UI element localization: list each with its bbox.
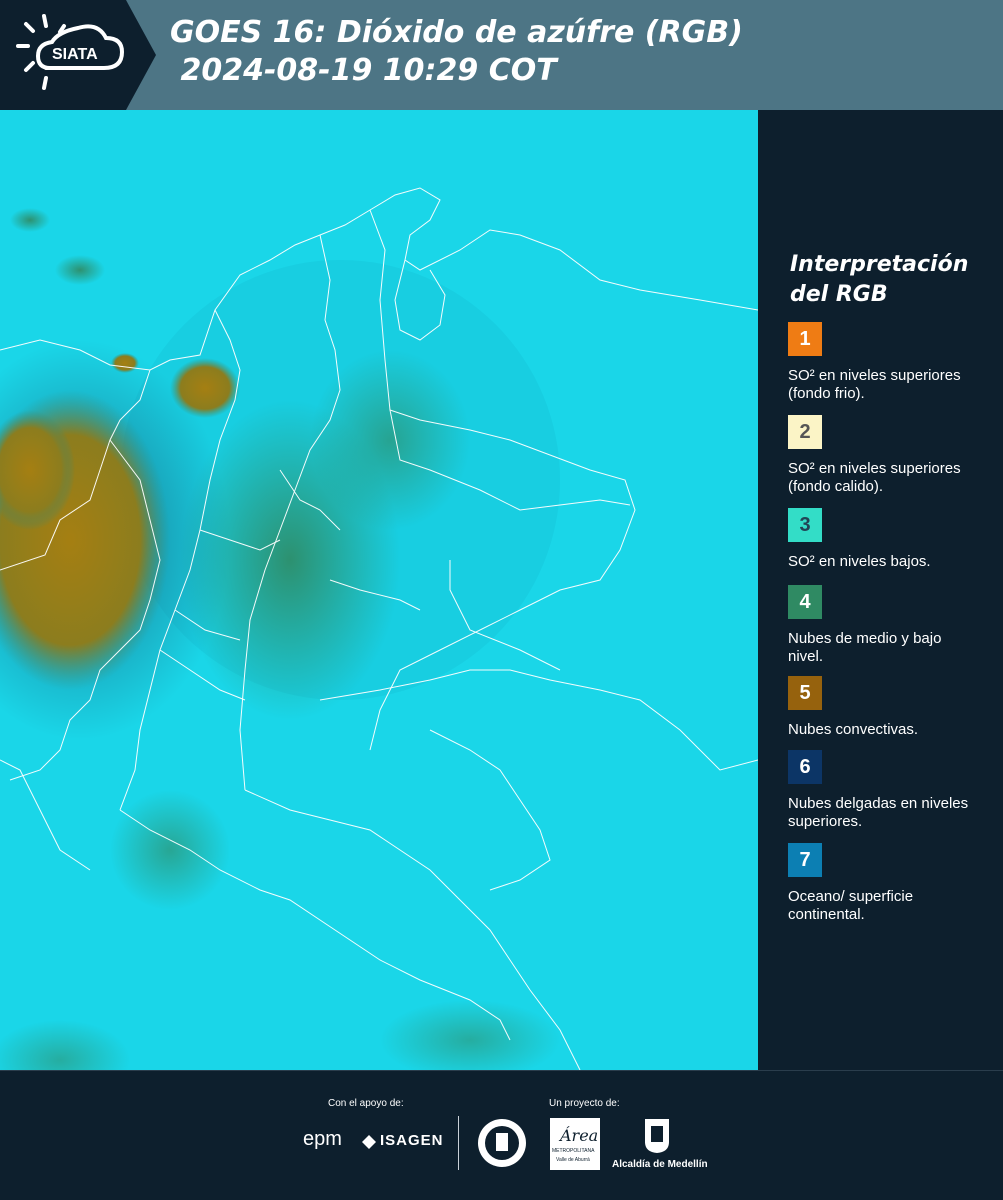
legend-desc: SO² en niveles superiores (fondo calido)… <box>788 460 961 495</box>
legend-item-5: 5 Nubes convectivas. <box>788 676 998 739</box>
legend-item-6: 6 Nubes delgadas en niveles superiores. <box>788 750 998 831</box>
isagen-icon <box>362 1134 376 1149</box>
satellite-map <box>0 110 758 1070</box>
alcaldia-shield-icon <box>644 1118 670 1154</box>
legend-swatch: 3 <box>788 508 822 542</box>
legend-item-2: 2 SO² en niveles superiores (fondo calid… <box>788 415 998 496</box>
page-title: GOES 16: Dióxido de azúfre (RGB) 2024-08… <box>170 14 743 90</box>
alcaldia-logo: Alcaldía de Medellín <box>612 1159 708 1170</box>
area-metropolitana-logo: Área METROPOLITANA Valle de Aburrá <box>550 1118 600 1170</box>
epm-logo: epm <box>303 1128 342 1150</box>
legend-desc: SO² en niveles superiores (fondo frio). <box>788 367 961 402</box>
medellin-seal-icon <box>477 1118 527 1168</box>
isagen-logo: ISAGEN <box>380 1132 444 1149</box>
area-logo-sub2: Valle de Aburrá <box>556 1157 590 1163</box>
title-line1: GOES 16: Dióxido de azúfre (RGB) <box>170 15 743 50</box>
legend-desc: Nubes delgadas en niveles superiores. <box>788 795 969 830</box>
legend-swatch: 4 <box>788 585 822 619</box>
legend-swatch: 1 <box>788 322 822 356</box>
legend-item-1: 1 SO² en niveles superiores (fondo frio)… <box>788 322 998 403</box>
footer: Con el apoyo de: Un proyecto de: epm ISA… <box>0 1070 1003 1200</box>
legend-swatch: 6 <box>788 750 822 784</box>
siata-logo: SIATA <box>0 0 156 110</box>
support-label: Con el apoyo de: <box>328 1098 404 1109</box>
area-logo-sub: METROPOLITANA <box>552 1148 595 1154</box>
legend-panel: Interpretación del RGB 1 SO² en niveles … <box>758 110 1003 1070</box>
title-line2: 2024-08-19 10:29 COT <box>170 53 557 88</box>
project-label: Un proyecto de: <box>549 1098 620 1109</box>
legend-desc: Nubes convectivas. <box>788 721 919 738</box>
header-bar: SIATA GOES 16: Dióxido de azúfre (RGB) 2… <box>0 0 1003 110</box>
legend-desc: Oceano/ superficie continental. <box>788 888 914 923</box>
legend-swatch: 2 <box>788 415 822 449</box>
legend-title: Interpretación del RGB <box>790 252 969 307</box>
footer-divider <box>458 1116 459 1170</box>
legend-desc: SO² en niveles bajos. <box>788 553 931 570</box>
legend-desc: Nubes de medio y bajo nivel. <box>788 630 942 665</box>
area-logo-text: Área <box>560 1126 599 1145</box>
legend-item-3: 3 SO² en niveles bajos. <box>788 508 998 571</box>
legend-swatch: 5 <box>788 676 822 710</box>
legend-item-4: 4 Nubes de medio y bajo nivel. <box>788 585 998 666</box>
legend-item-7: 7 Oceano/ superficie continental. <box>788 843 998 924</box>
logo-text: SIATA <box>52 46 98 63</box>
legend-swatch: 7 <box>788 843 822 877</box>
